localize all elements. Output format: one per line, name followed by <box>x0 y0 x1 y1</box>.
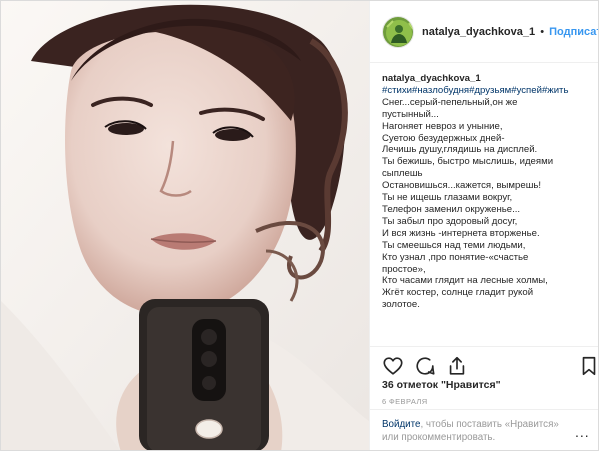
share-icon[interactable] <box>446 355 468 377</box>
caption-line: Жгёт костер, солнце гладит рукой <box>382 287 534 299</box>
post-date[interactable]: 6 ФЕВРАЛЯ <box>382 397 428 406</box>
caption-line: Остановишься...кажется, вымрешь! <box>382 180 542 192</box>
likes-count[interactable]: 36 отметок "Нравится" <box>382 379 501 391</box>
selfie-illustration <box>1 1 369 450</box>
post-side-panel: natalya_dyachkova_1 • Подписаться nataly… <box>369 1 598 450</box>
caption-line: Ты смеешься над теми людьми, <box>382 239 526 251</box>
caption-line: Ты бежишь, быстро мыслишь, идеями <box>382 156 554 168</box>
user-avatar[interactable] <box>382 16 414 48</box>
caption-line: золотое. <box>382 299 420 311</box>
caption-username[interactable]: natalya_dyachkova_1 <box>382 73 594 85</box>
bookmark-icon[interactable] <box>578 355 598 377</box>
caption-line: сыплешь <box>382 168 423 180</box>
caption-line: Ты не ищешь глазами вокруг, <box>382 192 513 204</box>
follow-button[interactable]: Подписаться <box>549 26 598 38</box>
header-separator: • <box>540 26 545 38</box>
more-options-icon[interactable]: ... <box>575 424 590 440</box>
caption-line: пустынный... <box>382 108 439 120</box>
caption-line: Кто часами глядит на лесные холмы, <box>382 275 548 287</box>
login-text: Войдите, чтобы поставить «Нравится» или … <box>382 418 567 444</box>
caption-line: Кто узнал ,про понятие-«счастье <box>382 251 529 263</box>
caption-line: Лечишь душу,глядишь на дисплей. <box>382 144 538 156</box>
header-username[interactable]: natalya_dyachkova_1 <box>422 26 535 38</box>
caption-line: Снег...серый-пепельный,он же <box>382 96 518 108</box>
caption-line: простое», <box>382 263 426 275</box>
header-text: natalya_dyachkova_1 • Подписаться <box>422 25 598 39</box>
caption-line: Нагоняет невроз и уныние, <box>382 120 503 132</box>
heart-icon[interactable] <box>382 355 404 377</box>
login-prompt: Войдите, чтобы поставить «Нравится» или … <box>370 409 598 450</box>
avatar-image-icon <box>383 17 413 47</box>
caption-line: Суетою безудержных дней- <box>382 132 505 144</box>
caption-line: Ты забыл про здоровый досуг, <box>382 215 518 227</box>
caption-hashtags[interactable]: #стихи#назлобудня#друзьям#успей#жить <box>382 85 594 97</box>
post-actions: 36 отметок "Нравится" 6 ФЕВРАЛЯ Войдите,… <box>370 346 598 450</box>
caption-line: Телефон заменил окруженье... <box>382 203 521 215</box>
login-link[interactable]: Войдите <box>382 419 420 430</box>
action-icons-row <box>382 355 596 377</box>
instagram-post: natalya_dyachkova_1 • Подписаться nataly… <box>0 0 599 451</box>
post-caption: natalya_dyachkova_1 #стихи#назлобудня#др… <box>382 73 594 343</box>
post-header: natalya_dyachkova_1 • Подписаться <box>370 1 598 63</box>
comment-icon[interactable] <box>414 355 436 377</box>
caption-line: И вся жизнь -интернета вторженье. <box>382 227 540 239</box>
post-photo[interactable] <box>1 1 369 450</box>
